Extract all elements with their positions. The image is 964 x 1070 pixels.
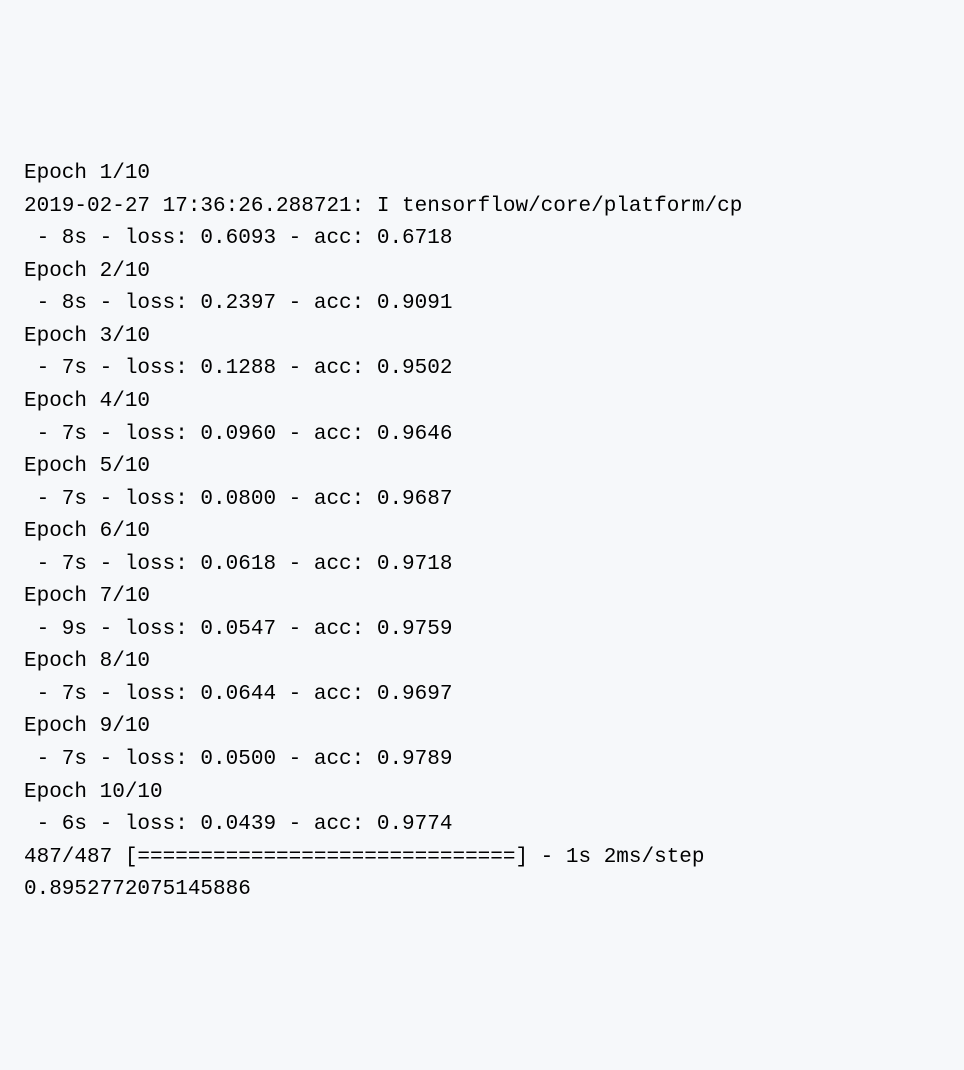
log-line: Epoch 1/10 [24,158,940,191]
log-line: Epoch 8/10 [24,646,940,679]
log-line: - 9s - loss: 0.0547 - acc: 0.9759 [24,614,940,647]
log-line: Epoch 4/10 [24,386,940,419]
log-line: - 7s - loss: 0.1288 - acc: 0.9502 [24,353,940,386]
log-line: Epoch 10/10 [24,777,940,810]
log-line: Epoch 6/10 [24,516,940,549]
log-line: Epoch 3/10 [24,321,940,354]
log-line: Epoch 2/10 [24,256,940,289]
log-line: Epoch 5/10 [24,451,940,484]
log-line: - 7s - loss: 0.0960 - acc: 0.9646 [24,419,940,452]
log-line: - 7s - loss: 0.0800 - acc: 0.9687 [24,484,940,517]
log-line: 487/487 [==============================]… [24,842,940,875]
log-line: - 8s - loss: 0.6093 - acc: 0.6718 [24,223,940,256]
log-line: - 6s - loss: 0.0439 - acc: 0.9774 [24,809,940,842]
log-line: Epoch 9/10 [24,711,940,744]
log-line: - 7s - loss: 0.0618 - acc: 0.9718 [24,549,940,582]
log-line: 0.8952772075145886 [24,874,940,907]
log-line: - 7s - loss: 0.0500 - acc: 0.9789 [24,744,940,777]
log-line: - 7s - loss: 0.0644 - acc: 0.9697 [24,679,940,712]
log-line: - 8s - loss: 0.2397 - acc: 0.9091 [24,288,940,321]
training-log-output: Epoch 1/102019-02-27 17:36:26.288721: I … [24,158,940,907]
log-line: 2019-02-27 17:36:26.288721: I tensorflow… [24,191,940,224]
log-line: Epoch 7/10 [24,581,940,614]
